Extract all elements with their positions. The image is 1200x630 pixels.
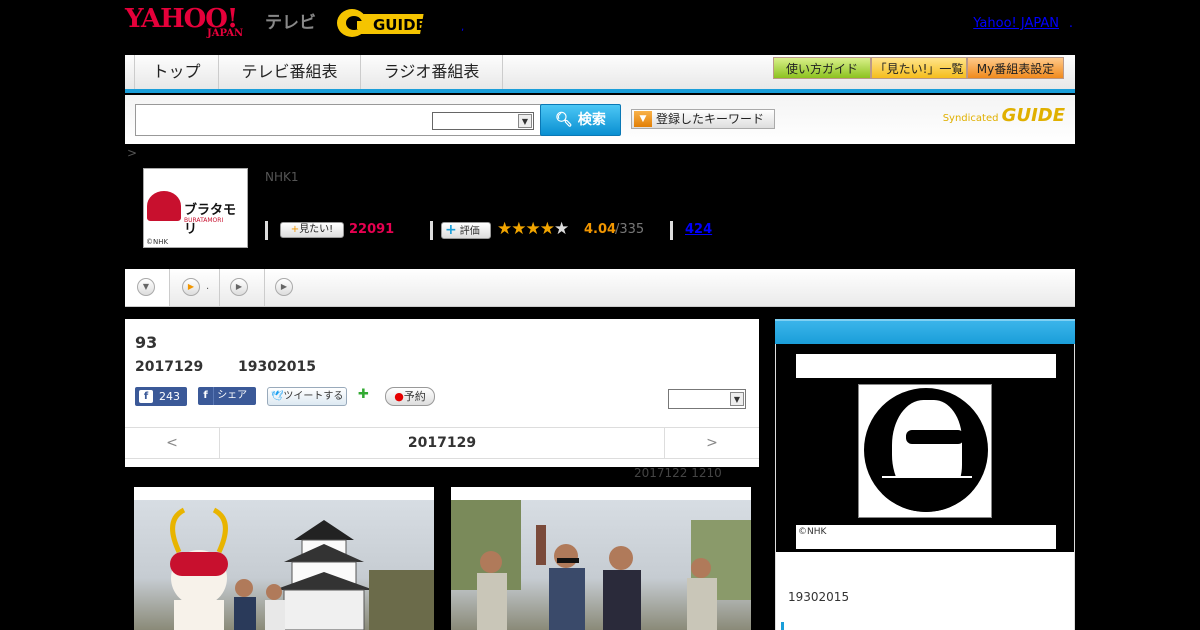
thumbnail-credit: ©NHK — [146, 238, 169, 246]
site-header: YAHOO! JAPAN テレビ GUIDE , Yahoo! JAPAN . — [125, 0, 1075, 50]
g-guide-logo[interactable]: GUIDE — [335, 6, 431, 40]
sunglasses-icon — [906, 430, 964, 444]
previous-episode-button[interactable]: < — [125, 428, 220, 458]
chevron-down-icon: ▼ — [137, 278, 155, 296]
facebook-like-button[interactable]: f 243 — [135, 387, 187, 406]
side-title-bar — [796, 354, 1056, 378]
side-accent-bar — [781, 622, 784, 630]
episode-options-select[interactable]: ▼ — [668, 389, 746, 409]
divider — [265, 221, 268, 240]
saved-keywords-label: 登録したキーワード — [656, 112, 765, 126]
yahoo-japan-link[interactable]: Yahoo! JAPAN — [973, 16, 1059, 31]
program-thumbnail[interactable]: ブラタモリ BURATAMORI ©NHK — [143, 168, 248, 248]
episode-photo-2[interactable] — [451, 487, 751, 630]
watchlist-button[interactable]: 「見たい!」一覧 — [871, 57, 967, 79]
facebook-icon: f — [198, 387, 214, 405]
play-icon: ▶ — [275, 278, 293, 296]
reserve-label: 予約 — [403, 390, 426, 403]
rating-count: /335 — [615, 222, 645, 237]
search-button-label: 検索 — [577, 112, 606, 128]
search-icon: 🔍︎ — [555, 112, 573, 128]
facebook-share-button[interactable]: f シェア — [198, 387, 256, 405]
search-category-select[interactable]: ▼ — [432, 112, 534, 130]
episode-date: 2017129 — [135, 359, 204, 375]
syndicated-logo: Syndicated GUIDE — [943, 105, 1065, 126]
date-pager: < 2017129 > — [125, 427, 759, 459]
next-episode-button[interactable]: > — [664, 428, 759, 458]
episode-time: 19302015 — [238, 359, 316, 375]
saved-keywords-button[interactable]: ▼ 登録したキーワード — [631, 109, 775, 129]
twitter-bird-icon: 🕊︎ — [270, 391, 284, 402]
reserve-recording-button[interactable]: ●予約 — [385, 387, 435, 406]
header-link-separator: . — [1068, 16, 1073, 31]
episode-photo-1[interactable] — [134, 487, 434, 630]
rating-stars: ★★★★★ — [497, 219, 569, 239]
side-image-credit: ©NHK — [798, 527, 827, 537]
divider — [430, 221, 433, 240]
castle-scene-image — [170, 507, 434, 630]
channel-name: NHK1 — [265, 170, 299, 184]
search-bar: ▼ 🔍︎ 検索 ▼ 登録したキーワード Syndicated GUIDE — [125, 95, 1075, 144]
nav-tab-top[interactable]: トップ — [135, 55, 219, 89]
page: YAHOO! JAPAN テレビ GUIDE , Yahoo! JAPAN . … — [125, 0, 1075, 630]
chevron-down-icon: ▼ — [518, 114, 532, 128]
usage-guide-button[interactable]: 使い方ガイド — [773, 57, 871, 79]
portrait-suit — [882, 476, 972, 512]
episode-title: 93 — [135, 333, 158, 352]
episode-subnav: ▼ ▶ . ▶ ▶ — [125, 269, 1075, 307]
side-broadcast-time: 19302015 — [788, 590, 850, 604]
facebook-share-label: シェア — [217, 390, 248, 401]
play-icon: ▶ — [182, 278, 200, 296]
plus-icon: + — [445, 222, 457, 238]
hosts-scene-image — [451, 500, 751, 630]
subnav-tab-2[interactable]: ▶ . — [170, 269, 220, 306]
last-updated: 2017122 1210 — [634, 466, 722, 480]
nav-left-edge — [125, 55, 135, 89]
facebook-like-count: 243 — [159, 390, 180, 403]
program-thumbnail-subtitle: BURATAMORI — [184, 217, 224, 224]
pager-date: 2017129 — [407, 435, 477, 451]
chevron-down-icon: ▼ — [730, 392, 744, 406]
tweet-button[interactable]: 🕊︎ツイートする — [267, 387, 347, 406]
add-to-calendar-icon[interactable]: ✚ — [358, 387, 374, 405]
side-caption-bar — [796, 525, 1056, 549]
my-schedule-settings-button[interactable]: My番組表設定 — [967, 57, 1064, 79]
syndicated-text: Syndicated — [942, 113, 999, 124]
search-button[interactable]: 🔍︎ 検索 — [540, 104, 621, 136]
subnav-tab-4[interactable]: ▶ — [265, 269, 300, 306]
rating-value: 4.04 — [584, 222, 617, 237]
tweet-label: ツイートする — [283, 391, 344, 402]
want-to-watch-count: 22091 — [349, 222, 395, 237]
plus-icon: + — [290, 224, 300, 235]
subnav-tab-label: . — [206, 281, 210, 292]
portrait-circle — [864, 388, 988, 512]
want-to-watch-button[interactable]: +見たい! — [280, 222, 344, 238]
side-info-panel: 19302015 — [775, 552, 1075, 630]
divider — [670, 221, 673, 240]
facebook-icon: f — [139, 390, 153, 403]
subnav-tab-3[interactable]: ▶ — [220, 269, 265, 306]
rate-button[interactable]: + 評価 — [441, 222, 491, 239]
rate-label: 評価 — [459, 226, 480, 237]
review-count-link[interactable]: 424 — [685, 222, 712, 237]
side-panel: ©NHK — [775, 344, 1075, 552]
nav-tab-tv-schedule[interactable]: テレビ番組表 — [219, 55, 361, 89]
tv-logo-text[interactable]: テレビ — [265, 8, 316, 33]
header-separator: , — [461, 22, 465, 33]
dropdown-arrow-icon: ▼ — [634, 111, 652, 127]
syndicated-guide-text: GUIDE — [1001, 105, 1065, 126]
nav-tab-radio-schedule[interactable]: ラジオ番組表 — [361, 55, 503, 89]
side-panel-header — [775, 319, 1075, 344]
play-icon: ▶ — [230, 278, 248, 296]
g-guide-logo-text: GUIDE — [373, 16, 426, 34]
record-dot-icon: ● — [394, 390, 404, 403]
episode-panel: 93 2017129 19302015 f 243 f シェア 🕊︎ツイートする … — [125, 319, 759, 467]
breadcrumb[interactable]: > — [127, 146, 137, 160]
main-nav: トップ テレビ番組表 ラジオ番組表 使い方ガイド 「見たい!」一覧 My番組表設… — [125, 55, 1075, 93]
buratamori-logo-mark — [147, 191, 181, 221]
yahoo-japan-logo-text: JAPAN — [207, 28, 244, 39]
subnav-tab-current[interactable]: ▼ — [125, 269, 170, 306]
want-to-watch-label: 見たい! — [299, 224, 334, 235]
program-character-image[interactable] — [858, 384, 992, 518]
